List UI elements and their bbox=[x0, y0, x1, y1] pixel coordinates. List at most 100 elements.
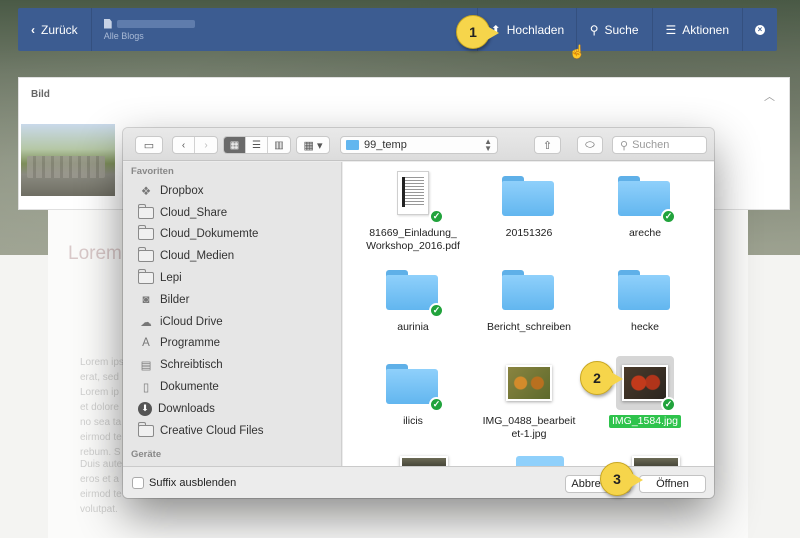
back-nav-button[interactable]: ‹ bbox=[173, 137, 195, 153]
folder-icon bbox=[346, 140, 359, 150]
close-button[interactable]: × bbox=[742, 8, 777, 51]
file-name: IMG_0488_bearbeit et-1.jpg bbox=[474, 410, 584, 441]
back-label: Zurück bbox=[41, 22, 78, 37]
folder-icon[interactable] bbox=[516, 456, 564, 466]
page-heading: Lorem bbox=[68, 243, 122, 264]
share-button[interactable]: ⇧ bbox=[534, 136, 561, 154]
history-buttons: ‹ › bbox=[172, 136, 218, 154]
actions-label: Aktionen bbox=[682, 22, 729, 37]
tags-button[interactable]: ⬭ bbox=[577, 136, 603, 154]
folder-icon bbox=[137, 225, 154, 241]
blurred-title bbox=[116, 19, 195, 28]
image-thumbnail[interactable] bbox=[21, 124, 115, 196]
file-item[interactable]: ✓ 81669_Einladung_ Workshop_2016.pdf bbox=[358, 168, 468, 253]
file-name-label: Bericht_schreiben bbox=[486, 321, 572, 333]
favorites-list: ❖ Dropbox Cloud_Share Cloud_Dokumemte Cloud_… bbox=[123, 180, 341, 442]
image-file-icon[interactable] bbox=[400, 456, 448, 466]
file-item[interactable]: ✓ areche bbox=[590, 168, 700, 240]
checkbox[interactable] bbox=[132, 477, 144, 489]
sidebar-item-label: Programme bbox=[160, 337, 221, 350]
sidebar-item[interactable]: ◙ Bilder bbox=[123, 289, 341, 311]
sidebar-item[interactable]: Cloud_Share bbox=[123, 202, 341, 224]
file-item[interactable]: ✓ aurinia bbox=[358, 262, 468, 334]
sidebar-item[interactable]: Cloud_Medien bbox=[123, 245, 341, 267]
file-name-label: IMG_0488_bearbeit et-1.jpg bbox=[482, 415, 576, 440]
file-item[interactable]: IMG_0488_bearbeit et-1.jpg bbox=[474, 356, 584, 441]
search-icon: ⚲ bbox=[620, 139, 629, 152]
callout-badge: 2 bbox=[580, 361, 623, 395]
sidebar-item[interactable]: ▤ Schreibtisch bbox=[123, 354, 341, 376]
sidebar-item[interactable]: ❖ Dropbox bbox=[123, 180, 341, 202]
folder-icon bbox=[500, 262, 558, 316]
sync-check-icon: ✓ bbox=[429, 303, 444, 318]
file-name: 20151326 bbox=[474, 222, 584, 240]
close-icon: × bbox=[755, 24, 765, 35]
file-name: IMG_1584.jpg bbox=[590, 410, 700, 428]
file-name: Bericht_schreiben bbox=[474, 316, 584, 334]
share-icon: ⇧ bbox=[542, 139, 553, 152]
sidebar-item[interactable]: ☁ iCloud Drive bbox=[123, 311, 341, 333]
arrange-button[interactable]: ▦ ▾ bbox=[296, 136, 330, 154]
download-icon: ⬇ bbox=[138, 401, 152, 416]
file-name-label: aurinia bbox=[397, 321, 429, 333]
file-item[interactable]: 20151326 bbox=[474, 168, 584, 240]
sync-check-icon: ✓ bbox=[429, 397, 444, 412]
open-button[interactable]: Öffnen bbox=[639, 475, 706, 493]
desktop-icon: ▤ bbox=[140, 360, 152, 373]
sidebar-item[interactable]: Cloud_Dokumemte bbox=[123, 224, 341, 246]
search-field[interactable]: ⚲ bbox=[612, 136, 707, 154]
sidebar-item[interactable]: A Programme bbox=[123, 333, 341, 355]
sidebar-item-label: iCloud Drive bbox=[160, 315, 223, 328]
search-input[interactable] bbox=[632, 139, 701, 151]
breadcrumb[interactable]: Alle Blogs bbox=[104, 31, 465, 41]
pointer-cursor-icon: ☝ bbox=[569, 44, 586, 59]
apps-icon: A bbox=[142, 337, 150, 350]
icon-view-button[interactable]: ▦ bbox=[224, 137, 246, 153]
sidebar-item[interactable]: ▯ Dokumente bbox=[123, 376, 341, 398]
sidebar-item[interactable]: Creative Cloud Files bbox=[123, 420, 341, 442]
chevron-up-icon[interactable]: ︿ bbox=[764, 88, 775, 104]
favorites-header: Favoriten bbox=[131, 166, 174, 177]
hide-suffix-checkbox[interactable]: Suffix ausblenden bbox=[132, 477, 236, 489]
sidebar-item[interactable]: ⬇ Downloads bbox=[123, 398, 341, 420]
list-view-button[interactable]: ☰ bbox=[246, 137, 268, 153]
location-label: 99_temp bbox=[364, 139, 407, 151]
sidebar-item-label: Schreibtisch bbox=[160, 359, 223, 372]
sidebar-item-label: Cloud_Share bbox=[160, 206, 228, 219]
file-item[interactable]: hecke bbox=[590, 262, 700, 334]
sync-check-icon: ✓ bbox=[661, 209, 676, 224]
top-toolbar: ‹ Zurück Alle Blogs ⬆ Hochladen ⚲ Suche … bbox=[18, 8, 777, 51]
forward-nav-button[interactable]: › bbox=[195, 137, 217, 153]
documents-icon: ▯ bbox=[142, 382, 150, 395]
file-grid: ✓ 81669_Einladung_ Workshop_2016.pdf 20151… bbox=[343, 162, 714, 466]
back-button[interactable]: ‹ Zurück bbox=[18, 8, 92, 51]
cloud-icon: ☁ bbox=[140, 316, 152, 329]
file-name: areche bbox=[590, 222, 700, 240]
sidebar-item[interactable]: Lepi bbox=[123, 267, 341, 289]
folder-icon bbox=[137, 203, 154, 219]
folder-icon: ✓ bbox=[384, 356, 444, 412]
search-button[interactable]: ⚲ Suche bbox=[575, 8, 652, 51]
column-view-button[interactable]: ▥ bbox=[268, 137, 290, 153]
callout-badge: 3 bbox=[600, 462, 643, 496]
file-name: ilicis bbox=[358, 410, 468, 428]
sidebar-item-label: Cloud_Medien bbox=[160, 250, 235, 263]
file-name-label: areche bbox=[628, 227, 662, 239]
page-title: Alle Blogs bbox=[92, 8, 477, 51]
folder-icon bbox=[137, 269, 154, 285]
sync-check-icon: ✓ bbox=[429, 209, 444, 224]
document-icon bbox=[103, 18, 112, 29]
file-item[interactable]: Bericht_schreiben bbox=[474, 262, 584, 334]
image-file-icon[interactable] bbox=[632, 456, 680, 466]
folder-icon: ✓ bbox=[384, 262, 444, 318]
file-name-label: 20151326 bbox=[505, 227, 553, 239]
file-item[interactable]: ✓ ilicis bbox=[358, 356, 468, 428]
actions-button[interactable]: ☰ Aktionen bbox=[651, 8, 742, 51]
upload-label: Hochladen bbox=[506, 22, 565, 37]
dialog-toolbar: ▭ ‹ › ▦ ☰ ▥ ▦ ▾ 99_temp ▲ ▼ ⇧ ⬭ ⚲ bbox=[123, 128, 714, 161]
sidebar-item-label: Dropbox bbox=[160, 184, 204, 197]
folder-icon bbox=[137, 247, 154, 263]
sidebar-toggle-button[interactable]: ▭ bbox=[135, 136, 163, 154]
file-name: 81669_Einladung_ Workshop_2016.pdf bbox=[358, 222, 468, 253]
location-popup[interactable]: 99_temp ▲ ▼ bbox=[340, 136, 498, 154]
